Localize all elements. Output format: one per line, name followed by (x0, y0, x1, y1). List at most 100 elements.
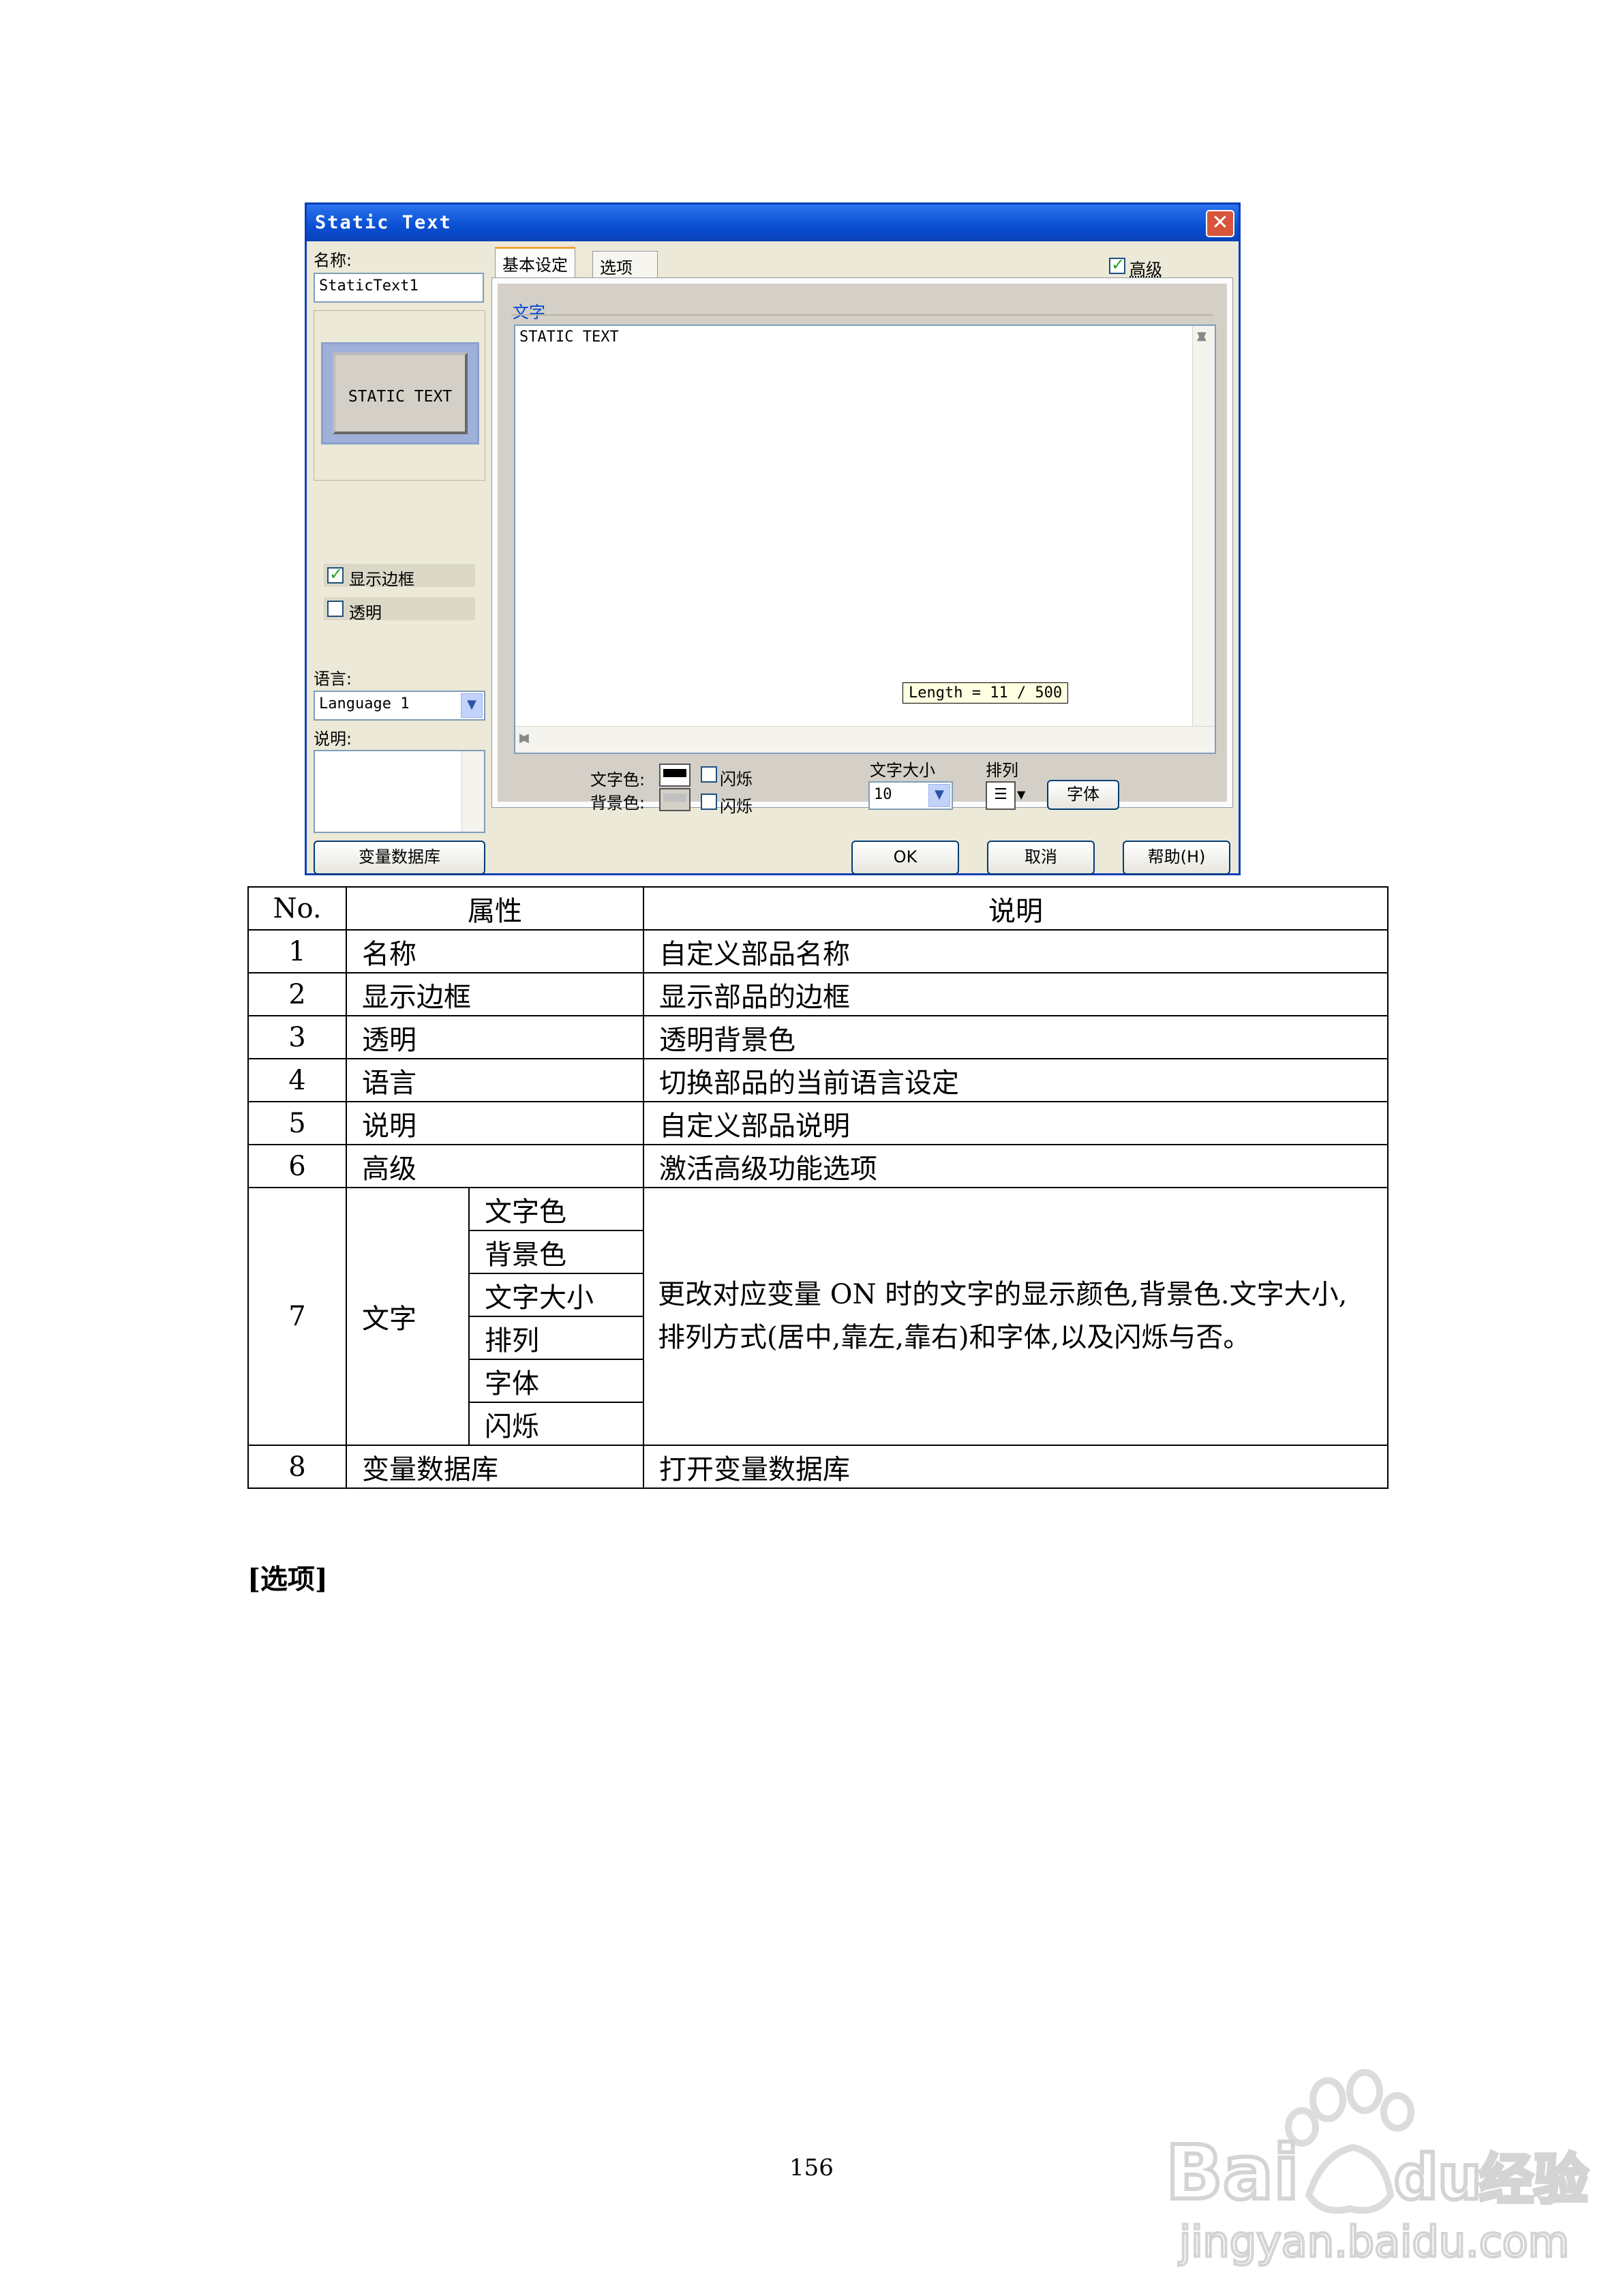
table-header-row: No. 属性 说明 (247, 886, 1389, 931)
row-description: 打开变量数据库 (643, 1445, 1389, 1489)
text-group-title: 文字 (513, 303, 545, 322)
language-label: 语言: (314, 669, 352, 689)
header-property: 属性 (346, 886, 644, 931)
text-content-value: STATIC TEXT (519, 329, 619, 346)
name-field[interactable]: StaticText1 (314, 273, 484, 303)
align-dropdown-icon[interactable]: ▼ (1017, 788, 1025, 801)
row-description: 激活高级功能选项 (643, 1144, 1389, 1188)
svg-text:Bai: Bai (1166, 2129, 1299, 2216)
table-row: 4 语言 切换部品的当前语言设定 (247, 1058, 1389, 1102)
description-field[interactable] (314, 750, 485, 833)
length-tooltip: Length = 11 / 500 (902, 682, 1069, 704)
preview-text: STATIC TEXT (348, 388, 453, 406)
sub-property: 文字大小 (468, 1273, 644, 1317)
svg-text:du: du (1394, 2142, 1482, 2214)
property-table: No. 属性 说明 1 名称 自定义部品名称 2 显示边框 显示部品的边框 3 … (247, 886, 1389, 1489)
language-select[interactable]: Language 1 ▼ (314, 691, 485, 721)
font-size-chevron-icon[interactable]: ▼ (928, 784, 950, 807)
sub-property: 文字色 (468, 1187, 644, 1231)
chevron-down-icon[interactable]: ▼ (461, 693, 483, 718)
description-scrollbar[interactable] (461, 751, 484, 832)
text-color-swatch[interactable] (659, 764, 691, 787)
cancel-button[interactable]: 取消 (987, 841, 1095, 875)
bg-color-swatch[interactable] (659, 788, 691, 811)
dialog-titlebar[interactable]: Static Text ✕ (307, 205, 1239, 241)
text-blink-checkbox[interactable] (701, 766, 717, 783)
ok-button[interactable]: OK (851, 841, 959, 875)
row-no: 7 (247, 1187, 347, 1446)
row-description: 自定义部品名称 (643, 929, 1389, 973)
bg-color-label: 背景色: (590, 794, 646, 813)
row-no: 2 (247, 972, 347, 1016)
row-no: 6 (247, 1144, 347, 1188)
row-description: 切换部品的当前语言设定 (643, 1058, 1389, 1102)
font-button[interactable]: 字体 (1047, 780, 1119, 810)
text-vertical-scrollbar[interactable]: ▲ ▼ (1192, 326, 1215, 727)
description-label: 说明: (314, 729, 352, 749)
transparent-checkbox[interactable] (327, 601, 344, 617)
header-description: 说明 (643, 886, 1389, 931)
row-no: 1 (247, 929, 347, 973)
basic-settings-panel: 文字 STATIC TEXT ▲ ▼ ◀ ▶ Length = 11 / 500… (491, 277, 1233, 816)
row-no: 5 (247, 1101, 347, 1145)
row-property: 显示边框 (346, 972, 644, 1016)
table-row: 6 高级 激活高级功能选项 (247, 1144, 1389, 1188)
sub-property: 排列 (468, 1316, 644, 1360)
row-description: 自定义部品说明 (643, 1101, 1389, 1145)
tab-basic-settings[interactable]: 基本设定 (495, 247, 575, 278)
align-label: 排列 (986, 761, 1018, 780)
text-group-divider (511, 314, 1213, 316)
row-no: 8 (247, 1445, 347, 1489)
row-property: 名称 (346, 929, 644, 973)
name-label: 名称: (314, 251, 352, 270)
transparent-label: 透明 (349, 603, 382, 622)
section-heading: [选项] (247, 1563, 328, 1595)
svg-text:经验: 经验 (1479, 2148, 1588, 2211)
row-property: 高级 (346, 1144, 644, 1188)
font-size-value: 10 (874, 786, 892, 803)
row-property: 透明 (346, 1015, 644, 1059)
sub-property: 字体 (468, 1359, 644, 1403)
text-horizontal-scrollbar[interactable]: ◀ ▶ (515, 726, 1215, 753)
row-description: 更改对应变量 ON 时的文字的显示颜色,背景色.文字大小, 排列方式(居中,靠左… (643, 1187, 1389, 1446)
sub-property: 背景色 (468, 1230, 644, 1274)
table-row: 1 名称 自定义部品名称 (247, 929, 1389, 973)
baidu-jingyan-watermark: Bai du 经验 jingyan.baidu.com (1164, 2069, 1590, 2268)
dialog-title: Static Text (315, 212, 452, 233)
close-icon[interactable]: ✕ (1206, 210, 1234, 237)
row-description: 显示部品的边框 (643, 972, 1389, 1016)
row-property: 说明 (346, 1101, 644, 1145)
row-no: 3 (247, 1015, 347, 1059)
variable-database-button[interactable]: 变量数据库 (314, 841, 485, 875)
help-button[interactable]: 帮助(H) (1123, 841, 1230, 875)
row-property: 变量数据库 (346, 1445, 644, 1489)
text-content-area[interactable]: STATIC TEXT ▲ ▼ ◀ ▶ (514, 324, 1216, 754)
bg-blink-label: 闪烁 (720, 797, 753, 816)
bg-blink-checkbox[interactable] (701, 794, 717, 810)
tab-options[interactable]: 选项 (592, 251, 658, 278)
row-description: 透明背景色 (643, 1015, 1389, 1059)
preview-frame: STATIC TEXT (321, 342, 479, 444)
static-text-dialog: Static Text ✕ 名称: StaticText1 STATIC TEX… (305, 202, 1241, 875)
row-property: 文字 (346, 1187, 470, 1446)
svg-text:jingyan.baidu.com: jingyan.baidu.com (1178, 2217, 1569, 2267)
name-field-value: StaticText1 (319, 277, 419, 294)
row-property: 语言 (346, 1058, 644, 1102)
advanced-checkbox[interactable] (1109, 255, 1125, 274)
row-description-line: 更改对应变量 ON 时的文字的显示颜色,背景色.文字大小, (658, 1279, 1348, 1310)
table-row: 2 显示边框 显示部品的边框 (247, 972, 1389, 1016)
row-no: 4 (247, 1058, 347, 1102)
table-row: 5 说明 自定义部品说明 (247, 1101, 1389, 1145)
preview-panel: STATIC TEXT (314, 310, 485, 481)
show-border-checkbox[interactable] (327, 564, 344, 584)
table-row: 8 变量数据库 打开变量数据库 (247, 1445, 1389, 1489)
scroll-down-icon[interactable]: ▼ (1197, 329, 1207, 724)
scroll-right-icon[interactable]: ▶ (519, 731, 1187, 745)
font-size-select[interactable]: 10 ▼ (868, 781, 953, 810)
text-blink-label: 闪烁 (720, 770, 753, 789)
advanced-label: 高级 (1129, 260, 1162, 279)
table-row: 3 透明 透明背景色 (247, 1015, 1389, 1059)
header-no: No. (247, 886, 347, 931)
align-center-icon[interactable]: ☰ (986, 781, 1016, 810)
language-select-value: Language 1 (319, 695, 410, 712)
